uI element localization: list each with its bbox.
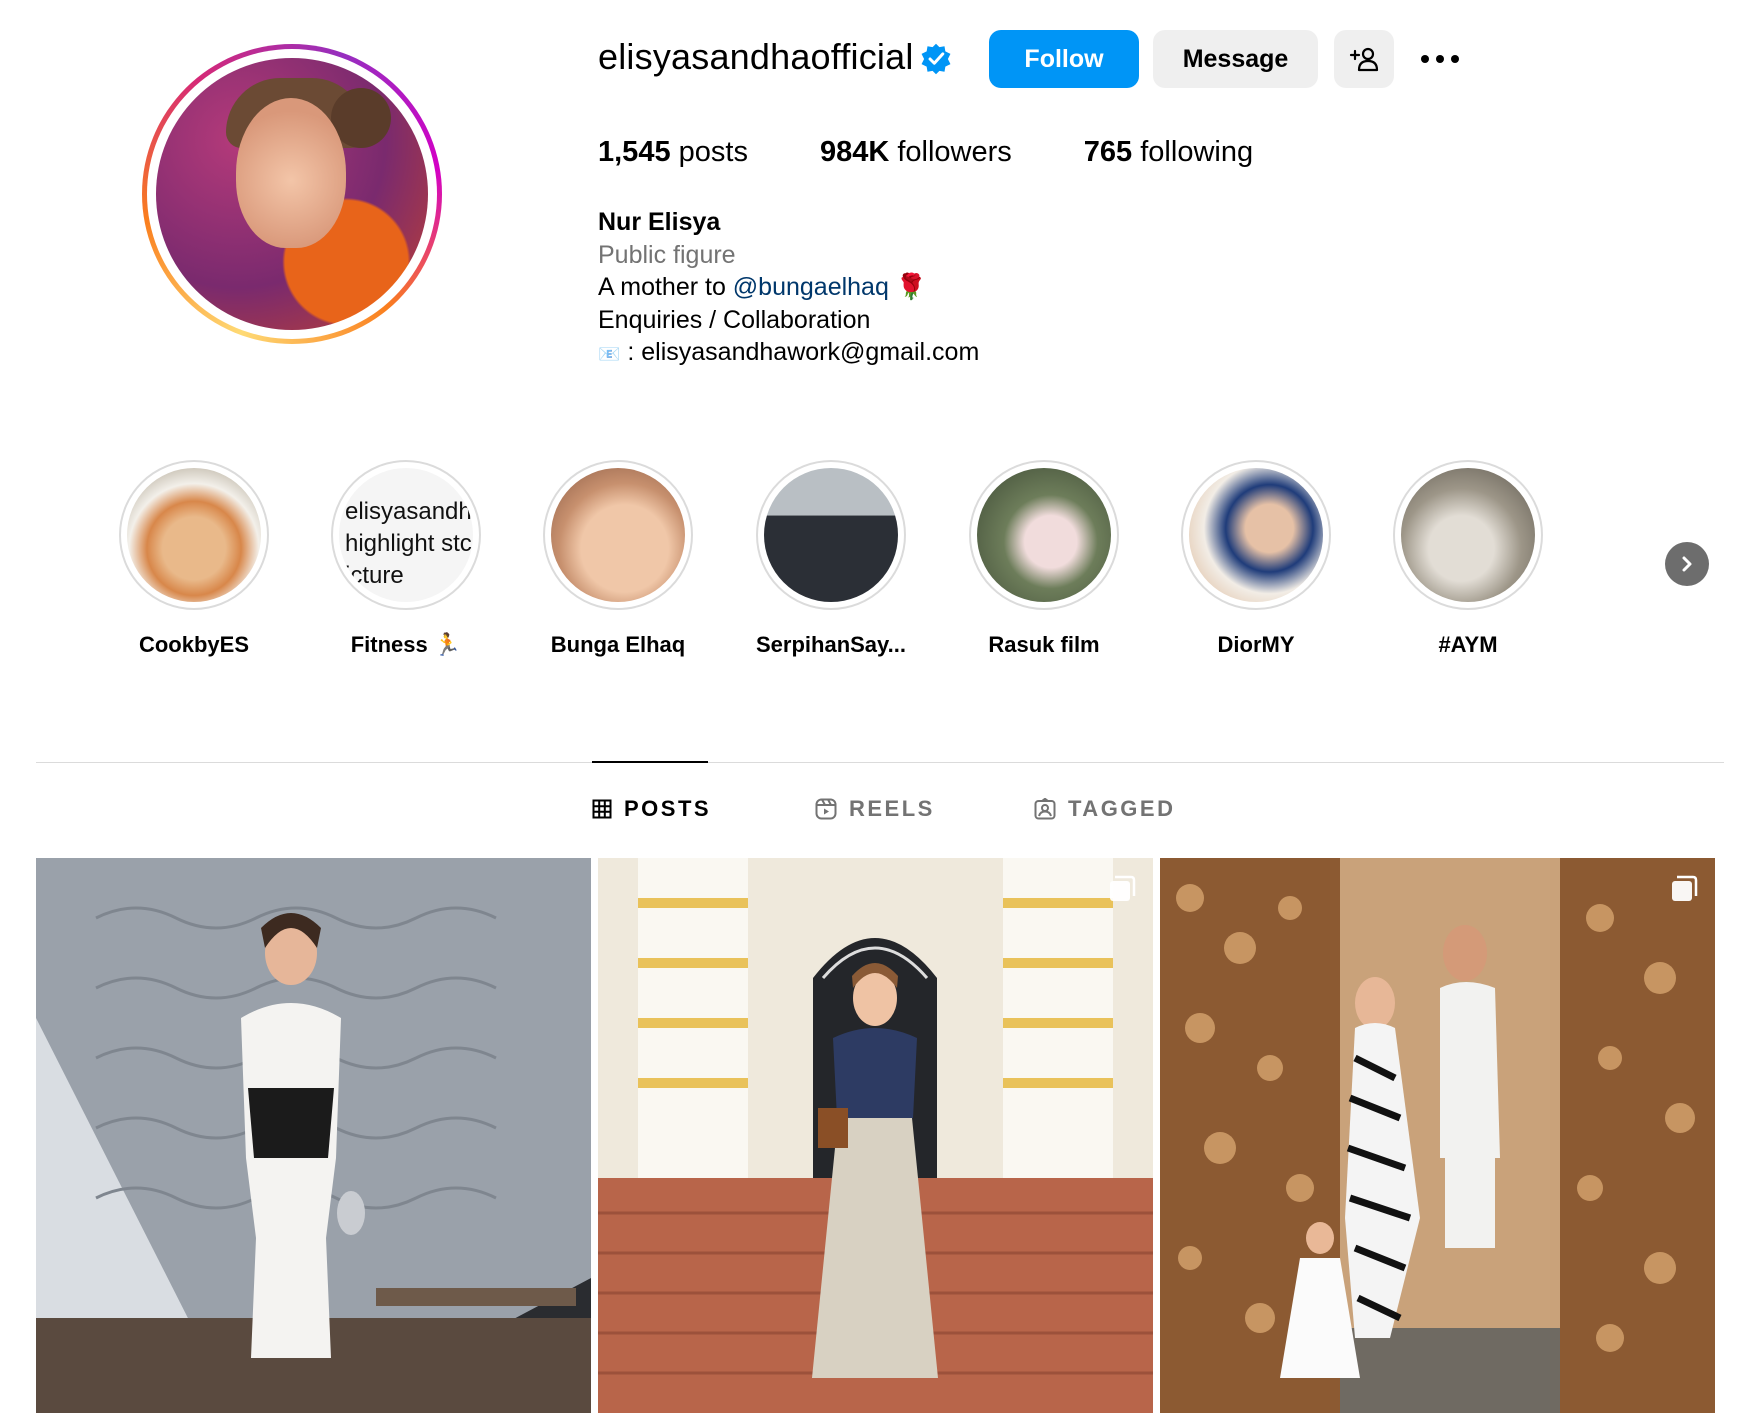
highlight-label: #AYM [1438, 632, 1498, 657]
rose-emoji-icon: 🌹 [895, 273, 927, 301]
avatar-face [236, 98, 346, 248]
tab-label: TAGGED [1068, 796, 1176, 821]
followers-count: 984K [819, 136, 890, 168]
highlight-ring [756, 460, 906, 610]
highlight-label: CookbyES [138, 632, 250, 657]
suggest-similar-button[interactable] [1334, 30, 1394, 88]
category-label: Public figure [598, 240, 736, 269]
highlight-label: SerpihanSay... [756, 632, 906, 657]
bio-line-enquiries: Enquiries / Collaboration [598, 305, 871, 334]
chevron-right-icon [1682, 556, 1692, 572]
broken-image-alt-text: elisyasandh highlight stc icture [345, 496, 472, 592]
post-thumbnail[interactable] [598, 858, 1153, 1413]
bio-mother-text: A mother to [598, 273, 733, 301]
email-text: : elisyasandhawork@gmail.com [620, 338, 980, 366]
tab-label: REELS [849, 796, 935, 821]
message-button[interactable]: Message [1153, 30, 1318, 88]
highlight-cover-broken: elisyasandh highlight stc icture [339, 468, 473, 602]
highlight-ring [119, 460, 269, 610]
post-thumbnail[interactable] [1160, 858, 1715, 1413]
more-options-button[interactable] [1416, 42, 1464, 76]
following-count: 765 [1083, 136, 1133, 168]
highlight-ring [1181, 460, 1331, 610]
tab-posts[interactable]: POSTS [592, 796, 711, 822]
display-name: Nur Elisya [598, 208, 721, 236]
profile-avatar[interactable] [142, 44, 442, 344]
avatar-image [156, 58, 428, 330]
profile-stats: 1,545 posts 984K followers 765 following [598, 136, 1325, 169]
highlight-cover [1401, 468, 1535, 602]
posts-count: 1,545 [598, 136, 671, 168]
post-thumbnail[interactable] [36, 858, 591, 1413]
bio-line-email: 📧 : elisyasandhawork@gmail.com [598, 336, 979, 371]
tabs-divider [36, 762, 1724, 763]
highlight-ring [969, 460, 1119, 610]
post-image [598, 858, 1153, 1413]
tab-label: POSTS [624, 796, 712, 821]
post-image [36, 858, 591, 1413]
alt-text-line: highlight stc [345, 530, 472, 557]
posts-label: posts [678, 136, 748, 168]
alt-text-line: icture [345, 562, 404, 589]
tab-tagged[interactable]: TAGGED [1034, 796, 1175, 822]
grid-icon [592, 799, 612, 819]
mention-link[interactable]: @bungaelhaq [733, 273, 889, 301]
highlight-label: Rasuk film [988, 632, 1100, 657]
more-dots-icon [1421, 55, 1459, 63]
person-add-icon [1349, 47, 1379, 72]
highlight-cover [977, 468, 1111, 602]
story-highlights: CookbyES elisyasandh highlight stc ictur… [0, 460, 1750, 670]
bio-line-mother: A mother to @bungaelhaq 🌹 [598, 271, 979, 304]
highlight-ring [543, 460, 693, 610]
post-image [1160, 858, 1715, 1413]
tab-reels[interactable]: REELS [815, 796, 935, 822]
active-tab-indicator [592, 761, 708, 763]
follow-button[interactable]: Follow [989, 30, 1139, 88]
highlight-label: DiorMY [1217, 632, 1295, 657]
following-label: following [1140, 136, 1254, 168]
following-stat[interactable]: 765 following [1084, 136, 1253, 169]
highlight-cover [551, 468, 685, 602]
highlight-cover [764, 468, 898, 602]
envelope-icon: 📧 [598, 344, 621, 364]
tagged-icon [1034, 798, 1056, 820]
carousel-multiple-icon [1110, 875, 1136, 901]
highlight-cover [1189, 468, 1323, 602]
verified-badge-icon [921, 43, 951, 75]
profile-bio: Nur Elisya Public figure A mother to @bu… [598, 206, 979, 371]
highlight-ring: elisyasandh highlight stc icture [331, 460, 481, 610]
highlight-label: Bunga Elhaq [550, 632, 686, 657]
followers-stat[interactable]: 984K followers [820, 136, 1012, 169]
username: elisyasandhaofficial [598, 36, 914, 77]
highlight-label: Fitness 🏃 [350, 632, 462, 657]
reels-icon [815, 798, 837, 820]
followers-label: followers [897, 136, 1012, 168]
highlights-next-button[interactable] [1665, 542, 1709, 586]
highlight-ring [1393, 460, 1543, 610]
alt-text-line: elisyasandh [345, 498, 472, 525]
highlight-cover [127, 468, 261, 602]
posts-stat: 1,545 posts [598, 136, 748, 169]
carousel-multiple-icon [1672, 875, 1698, 901]
